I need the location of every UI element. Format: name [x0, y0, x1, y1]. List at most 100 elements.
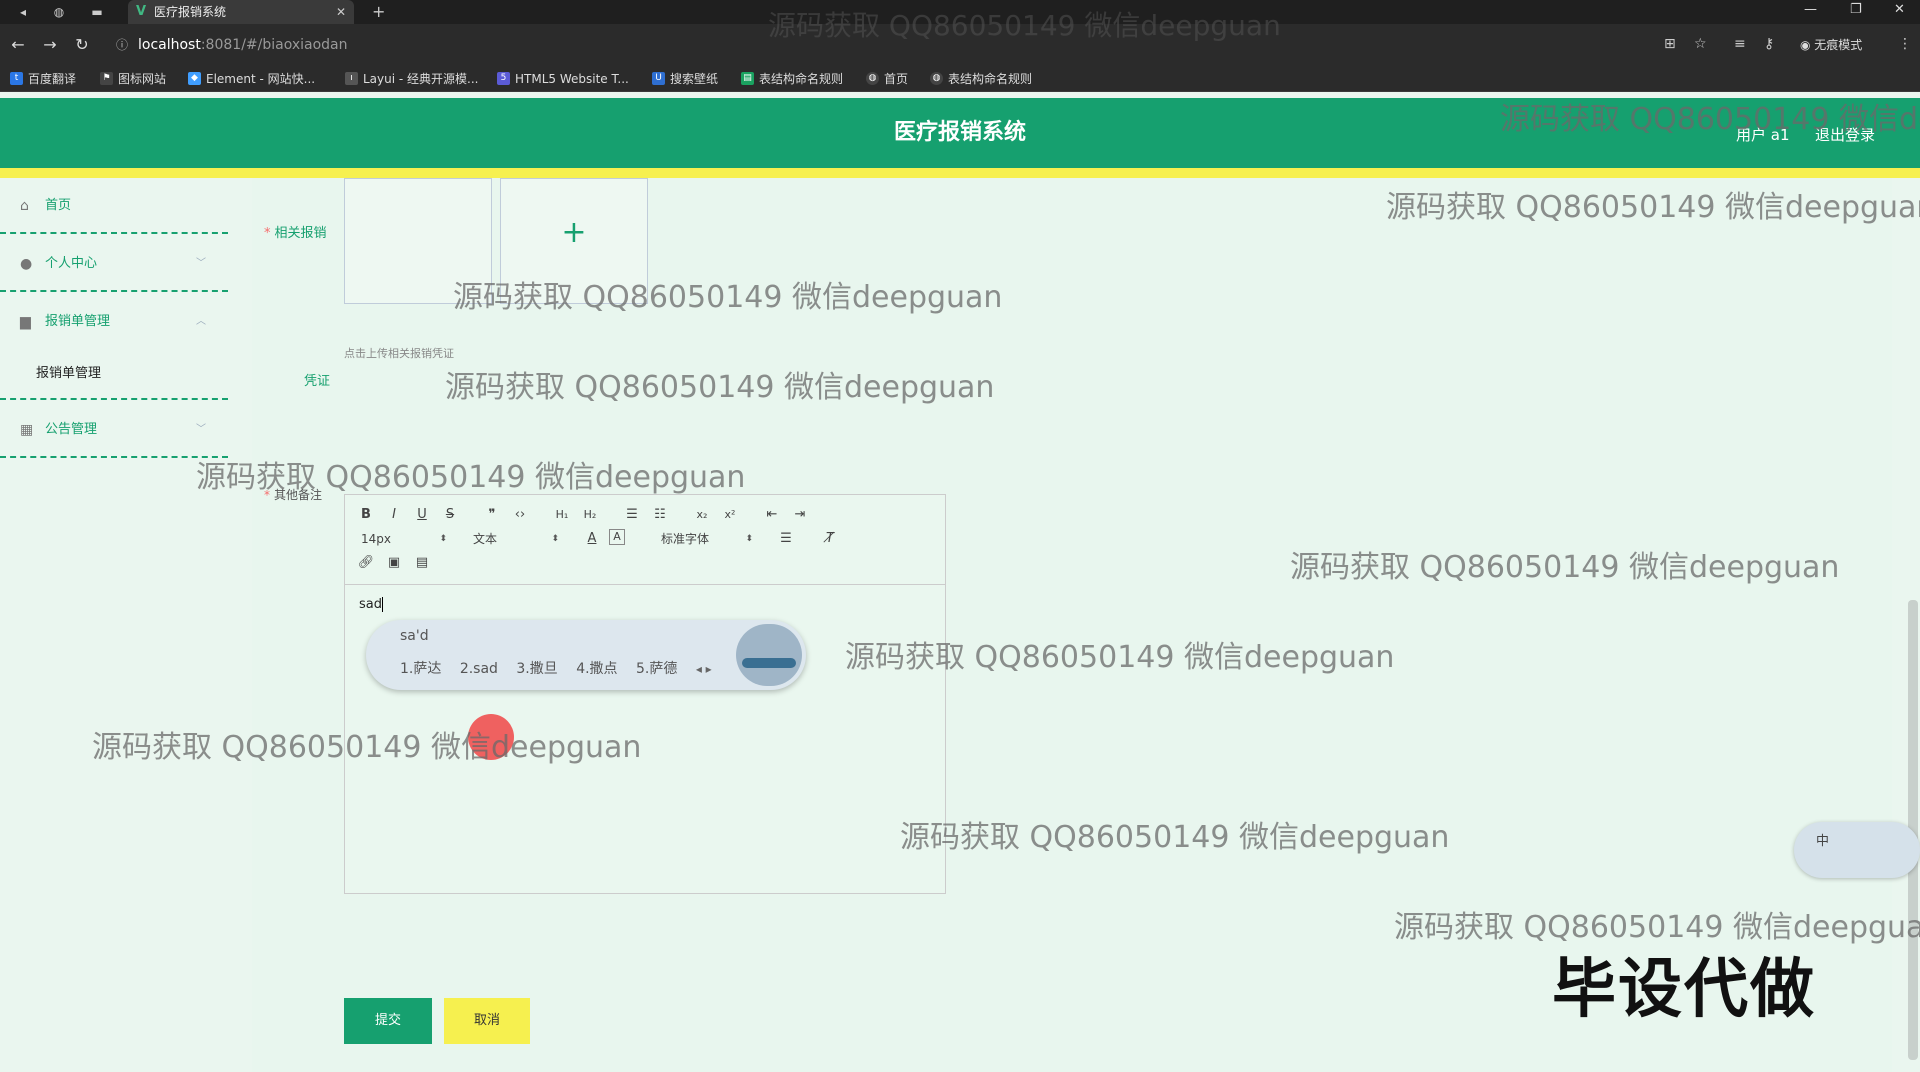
- url-host: localhost: [138, 37, 201, 53]
- html5-icon: 5: [497, 72, 510, 85]
- image-icon[interactable]: ▣: [383, 553, 405, 573]
- ime-candidate[interactable]: 2.sad: [460, 661, 498, 677]
- sidebar-item-reimbursement[interactable]: ▆ 报销单管理 ︿: [0, 294, 228, 350]
- clear-format-icon[interactable]: T̸: [819, 529, 841, 549]
- reload-icon[interactable]: ↻: [72, 35, 92, 55]
- sidebar-item-label: 首页: [45, 198, 72, 213]
- font-family-select[interactable]: 标准字体 ⬍: [661, 529, 753, 549]
- block-format-value: 文本: [473, 532, 498, 546]
- element-icon: ◆: [188, 72, 201, 85]
- align-icon[interactable]: ☰: [775, 529, 797, 549]
- bookmark-item[interactable]: ◍ 表结构命名规则: [930, 71, 1032, 87]
- sidebar-item-notice[interactable]: ▦ 公告管理 ﹀: [0, 402, 228, 458]
- submit-button[interactable]: 提交: [344, 998, 432, 1044]
- italic-button[interactable]: I: [383, 505, 405, 525]
- editor-content[interactable]: sad: [359, 597, 383, 612]
- bookmark-label: 首页: [884, 72, 909, 86]
- watermark: 源码获取 QQ86050149 微信deepguan: [92, 730, 642, 765]
- ordered-list-icon[interactable]: ☰: [621, 505, 643, 525]
- cancel-button[interactable]: 取消: [444, 998, 530, 1044]
- layui-icon: ı: [345, 72, 358, 85]
- link-icon[interactable]: 🔗︎: [355, 553, 377, 573]
- bullet-list-icon[interactable]: ☷: [649, 505, 671, 525]
- globe-icon: ◍: [930, 72, 943, 85]
- incognito-label: 无痕模式: [1814, 38, 1863, 52]
- bookmark-label: 搜索壁纸: [670, 72, 719, 86]
- label-text: 相关报销: [274, 226, 327, 241]
- header2-button[interactable]: H₂: [579, 505, 601, 525]
- new-tab-icon[interactable]: +: [372, 0, 385, 24]
- ime-candidate[interactable]: 5.萨德: [636, 661, 677, 677]
- subscript-button[interactable]: x₂: [691, 505, 713, 525]
- bookmark-item[interactable]: ◆ Element - 网站快...: [188, 71, 315, 87]
- browser-tab[interactable]: V 医疗报销系统 ✕: [128, 0, 354, 24]
- outdent-icon[interactable]: ⇤: [761, 505, 783, 525]
- vue-logo-icon: V: [136, 4, 147, 19]
- block-format-select[interactable]: 文本 ⬍: [473, 529, 559, 549]
- forward-icon[interactable]: →: [40, 35, 60, 55]
- star-icon[interactable]: ☆: [1694, 36, 1707, 52]
- watermark: 源码获取 QQ86050149 微信deepguan: [768, 9, 1281, 42]
- font-color-button[interactable]: A: [581, 529, 603, 549]
- bookmark-label: 百度翻译: [28, 72, 77, 86]
- indent-icon[interactable]: ⇥: [789, 505, 811, 525]
- bookmark-item[interactable]: t 百度翻译: [10, 71, 76, 87]
- window-icon[interactable]: ▬: [88, 3, 106, 21]
- page-arrow-icon[interactable]: ◂ ▸: [696, 662, 712, 676]
- text-caret: [382, 597, 383, 612]
- bookmark-item[interactable]: ı Layui - 经典开源模...: [345, 71, 478, 87]
- ime-candidate[interactable]: 3.撒旦: [516, 661, 557, 677]
- bookmark-label: Layui - 经典开源模...: [363, 72, 479, 86]
- watermark: 源码获取 QQ86050149 微信deepguan: [1386, 190, 1920, 225]
- home-icon: ⌂: [20, 198, 29, 214]
- ime-candidate[interactable]: 1.萨达: [400, 661, 441, 677]
- header-stripe: [0, 168, 1920, 178]
- ime-status-bar[interactable]: 中: [1794, 822, 1920, 878]
- blockquote-icon[interactable]: ❞: [481, 505, 503, 525]
- bookmark-item[interactable]: U 搜索壁纸: [652, 71, 718, 87]
- select-arrow-icon: ⬍: [439, 534, 447, 544]
- sidebar-item-label: 个人中心: [45, 256, 98, 271]
- chevron-down-icon: ﹀: [196, 258, 206, 269]
- video-icon[interactable]: ▤: [411, 553, 433, 573]
- superscript-button[interactable]: x²: [719, 505, 741, 525]
- incognito-badge[interactable]: ◉ 无痕模式: [1800, 36, 1862, 53]
- select-arrow-icon: ⬍: [745, 534, 753, 544]
- bookmark-item[interactable]: ⚑ 图标网站: [100, 71, 166, 87]
- wallpaper-icon: U: [652, 72, 665, 85]
- translate-icon[interactable]: ⊞: [1664, 36, 1676, 52]
- header1-button[interactable]: H₁: [551, 505, 573, 525]
- restore-icon[interactable]: ❐: [1850, 0, 1862, 20]
- key-icon[interactable]: ⚷: [1764, 36, 1774, 52]
- code-icon[interactable]: ‹›: [509, 505, 531, 525]
- underline-button[interactable]: U: [411, 505, 433, 525]
- menu-icon[interactable]: ⋮: [1898, 36, 1912, 52]
- close-window-icon[interactable]: ✕: [1894, 0, 1905, 20]
- bookmark-item[interactable]: 5 HTML5 Website T...: [497, 71, 629, 87]
- sheet-icon: ▤: [741, 72, 754, 85]
- font-size-select[interactable]: 14px ⬍: [361, 529, 447, 549]
- close-icon[interactable]: ✕: [336, 0, 346, 24]
- watermark: 源码获取 QQ86050149 微信deepguan: [196, 460, 746, 495]
- speaker-icon[interactable]: ◂: [14, 3, 32, 21]
- sidebar-subitem-reimbursement[interactable]: 报销单管理: [0, 348, 228, 400]
- watermark: 源码获取 QQ86050149 微信deepguan: [1290, 550, 1840, 585]
- minimize-icon[interactable]: —: [1804, 0, 1817, 20]
- background-color-button[interactable]: A: [609, 529, 625, 545]
- reading-list-icon[interactable]: ≡: [1734, 36, 1746, 52]
- url-path: :8081/#/biaoxiaodan: [200, 37, 348, 53]
- bold-button[interactable]: B: [355, 505, 377, 525]
- watermark: 源码获取 QQ86050149 微信deepguan: [445, 370, 995, 405]
- bookmark-item[interactable]: ▤ 表结构命名规则: [741, 71, 843, 87]
- globe-icon[interactable]: ◍: [50, 3, 68, 21]
- strike-button[interactable]: S: [439, 505, 461, 525]
- editor-text: sad: [359, 597, 382, 612]
- ime-candidate[interactable]: 4.撒点: [576, 661, 617, 677]
- rich-text-editor: B I U S ❞ ‹› H₁ H₂ ☰ ☷ x₂ x² ⇤ ⇥ 14px ⬍ 文…: [344, 494, 946, 894]
- back-icon[interactable]: ←: [8, 35, 28, 55]
- bookmark-item[interactable]: ◍ 首页: [866, 71, 908, 87]
- voucher-label: 凭证: [304, 374, 331, 389]
- info-icon[interactable]: ⓘ: [116, 32, 128, 58]
- sidebar-item-personal-center[interactable]: ● 个人中心 ﹀: [0, 236, 228, 292]
- sidebar-item-home[interactable]: ⌂ 首页: [0, 178, 228, 234]
